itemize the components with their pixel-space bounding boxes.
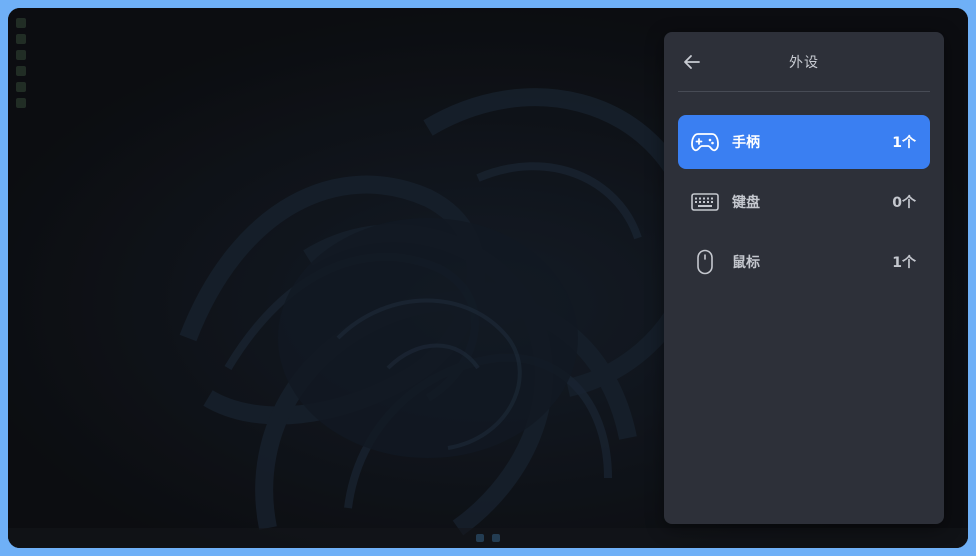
- taskbar-icon: [492, 534, 500, 542]
- desktop-icon: [16, 18, 26, 28]
- desktop-icons: [12, 12, 34, 162]
- device-count: 1个: [892, 255, 916, 271]
- device-label: 鼠标: [732, 255, 760, 271]
- desktop-icon: [16, 50, 26, 60]
- device-frame: 外设 手柄 1个 键盘 0个 鼠标 1个: [0, 0, 976, 556]
- device-item-gamepad[interactable]: 手柄 1个: [678, 115, 930, 169]
- device-label: 键盘: [732, 195, 760, 211]
- panel-title: 外设: [789, 55, 819, 71]
- desktop-icon: [16, 66, 26, 76]
- gamepad-icon: [690, 127, 720, 157]
- desktop-icon: [16, 82, 26, 92]
- keyboard-icon: [690, 187, 720, 217]
- device-count: 1个: [892, 135, 916, 151]
- panel-header: 外设: [664, 32, 944, 92]
- device-label: 手柄: [732, 135, 760, 151]
- device-item-keyboard[interactable]: 键盘 0个: [678, 175, 930, 229]
- desktop-icon: [16, 98, 26, 108]
- device-item-mouse[interactable]: 鼠标 1个: [678, 235, 930, 289]
- device-count: 0个: [892, 195, 916, 211]
- taskbar: [8, 528, 968, 548]
- header-divider: [678, 91, 930, 92]
- screen: 外设 手柄 1个 键盘 0个 鼠标 1个: [8, 8, 968, 548]
- mouse-icon: [690, 247, 720, 277]
- taskbar-icon: [476, 534, 484, 542]
- desktop-icon: [16, 34, 26, 44]
- peripherals-panel: 外设 手柄 1个 键盘 0个 鼠标 1个: [664, 32, 944, 524]
